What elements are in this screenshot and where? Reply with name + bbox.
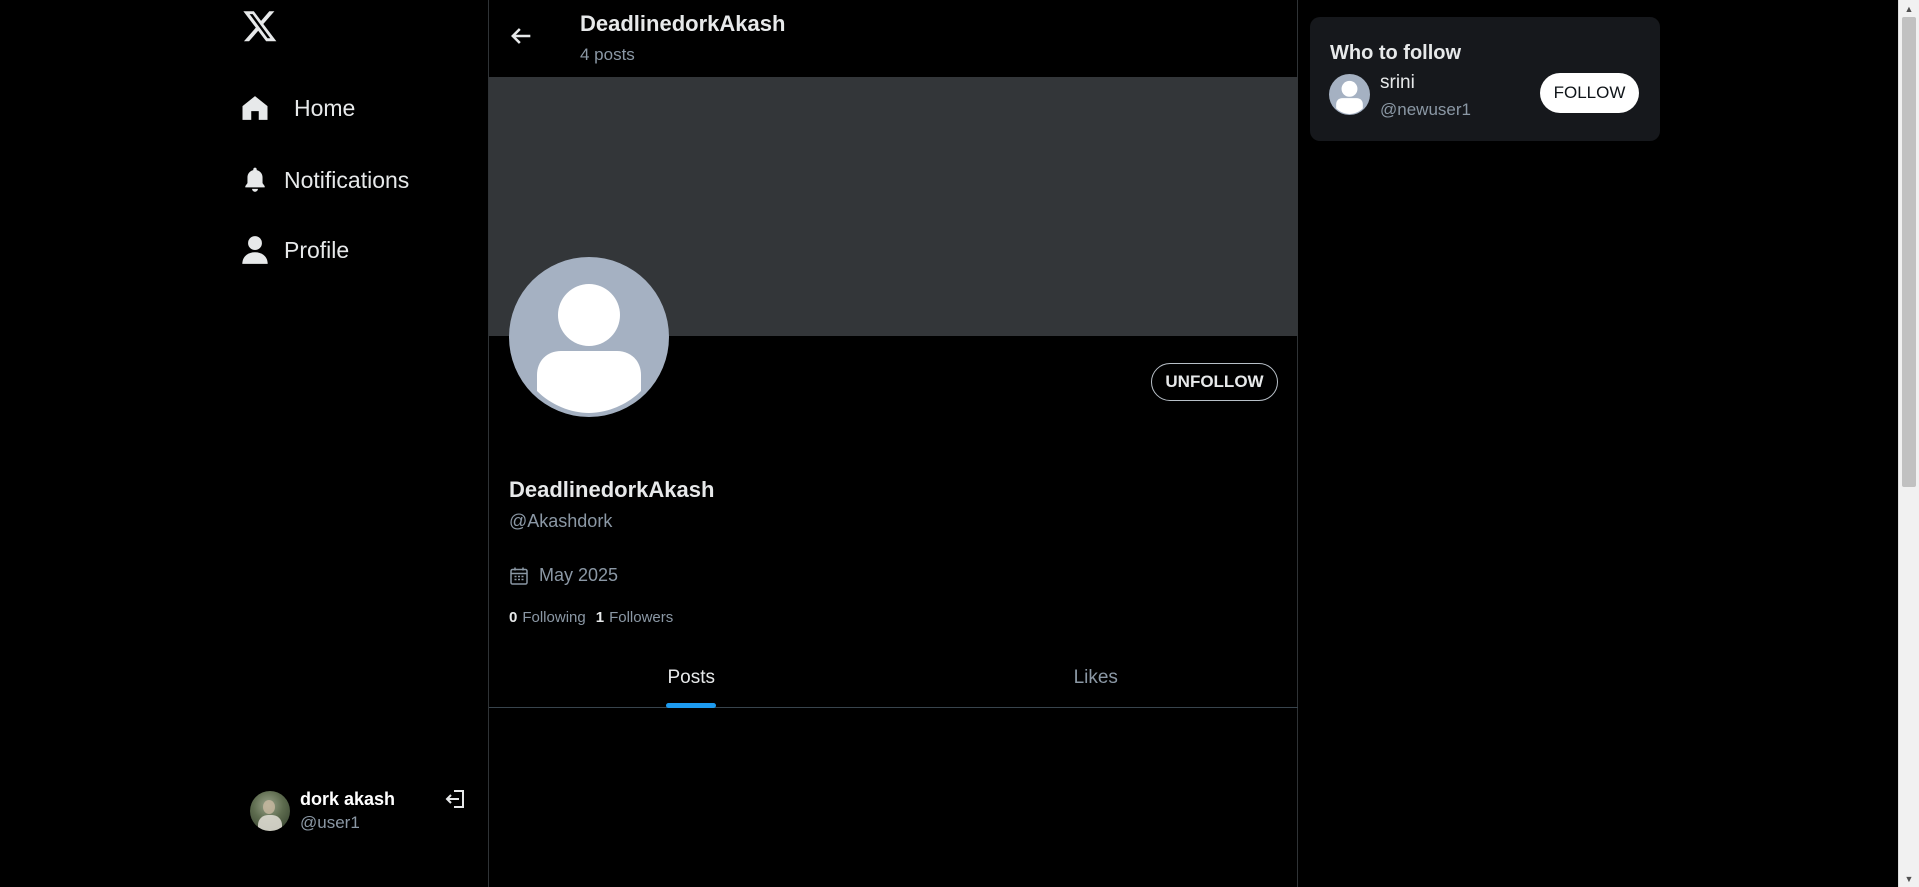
post-count: 4 posts	[580, 45, 635, 64]
page-scrollbar[interactable]: ▲ ▼	[1898, 0, 1919, 887]
profile-name: DeadlinedorkAkash	[509, 477, 715, 502]
following-count: 0	[509, 609, 518, 626]
tab-posts-label: Posts	[667, 666, 716, 688]
logout-icon[interactable]	[444, 787, 468, 811]
follow-button[interactable]: FOLLOW	[1540, 73, 1639, 113]
scrollbar-thumb[interactable]	[1902, 17, 1916, 487]
account-switcher[interactable]: dork akash @user1	[250, 783, 470, 839]
unfollow-button[interactable]: UNFOLLOW	[1151, 363, 1278, 401]
nav-notifications-label: Notifications	[284, 166, 410, 193]
back-button[interactable]	[507, 22, 535, 50]
suggested-user-name[interactable]: srini	[1380, 72, 1415, 94]
account-text: dork akash @user1	[300, 789, 395, 833]
active-tab-indicator	[666, 703, 717, 708]
nav-profile-label: Profile	[284, 236, 350, 263]
x-logo-icon[interactable]	[242, 8, 278, 44]
profile-avatar[interactable]	[509, 257, 669, 417]
tab-likes-label: Likes	[1073, 666, 1118, 688]
avatar	[250, 791, 290, 831]
profile-handle: @Akashdork	[509, 511, 613, 531]
follow-stats: 0 Following 1 Followers	[509, 609, 683, 626]
profile-tabs: Posts Likes	[489, 648, 1298, 708]
tab-likes[interactable]: Likes	[894, 648, 1299, 707]
nav-notifications[interactable]: Notifications	[240, 158, 409, 202]
account-handle: @user1	[300, 813, 360, 832]
joined-text: May 2025	[539, 565, 619, 585]
followers-count: 1	[595, 609, 605, 626]
account-name: dork akash	[300, 789, 396, 809]
suggested-user-handle: @newuser1	[1380, 100, 1471, 119]
bell-icon	[240, 165, 270, 195]
scroll-down-arrow-icon[interactable]: ▼	[1899, 870, 1919, 887]
app-window: Home Notifications Profile dork akash @u…	[0, 0, 1919, 887]
nav-home[interactable]: Home	[240, 86, 355, 130]
main-column: DeadlinedorkAkash 4 posts UNFOLLOW Deadl…	[489, 0, 1298, 887]
followers-link[interactable]: Followers	[609, 609, 673, 626]
left-sidebar: Home Notifications Profile dork akash @u…	[0, 0, 489, 887]
home-icon	[240, 93, 270, 123]
calendar-icon	[509, 566, 529, 586]
tab-posts[interactable]: Posts	[489, 648, 894, 708]
joined-date: May 2025	[509, 565, 618, 586]
page-title: DeadlinedorkAkash	[580, 11, 786, 36]
scroll-up-arrow-icon[interactable]: ▲	[1899, 0, 1919, 17]
suggested-user-avatar[interactable]	[1329, 74, 1370, 115]
who-to-follow-card: Who to follow srini @newuser1 FOLLOW	[1310, 17, 1660, 141]
nav-home-label: Home	[294, 94, 356, 121]
arrow-left-icon	[507, 28, 535, 54]
following-link[interactable]: Following	[522, 609, 585, 626]
who-to-follow-title: Who to follow	[1330, 42, 1462, 64]
nav-profile[interactable]: Profile	[240, 228, 349, 272]
profile-header: DeadlinedorkAkash 4 posts	[489, 0, 1298, 77]
person-icon	[240, 235, 270, 265]
